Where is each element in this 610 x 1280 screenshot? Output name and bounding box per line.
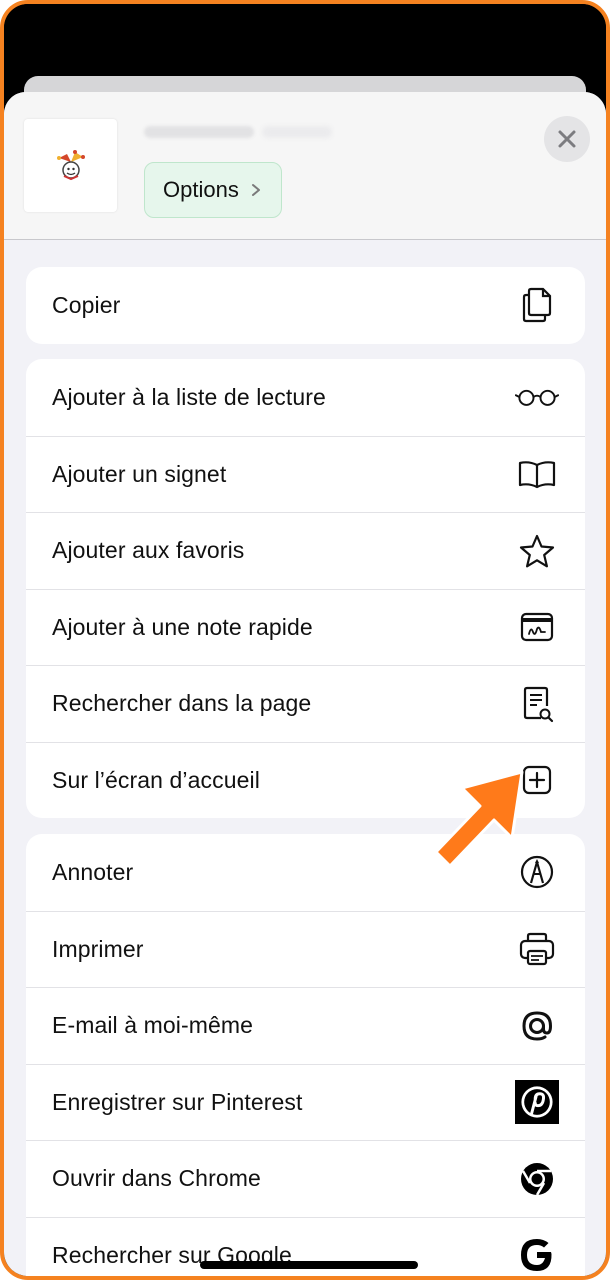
action-bookmark[interactable]: Ajouter un signet [26, 435, 585, 513]
action-label: Ajouter à la liste de lecture [52, 383, 326, 410]
action-reading-list[interactable]: Ajouter à la liste de lecture [26, 359, 585, 436]
action-search-google[interactable]: Rechercher sur Google [26, 1216, 585, 1277]
action-save-pinterest[interactable]: Enregistrer sur Pinterest [26, 1063, 585, 1141]
close-icon [558, 130, 576, 148]
action-label: Ajouter un signet [52, 460, 227, 487]
action-group-share: Annoter Imprimer E-mail à moi-même Enreg… [26, 834, 585, 1277]
options-label: Options [163, 177, 239, 202]
share-sheet-header: Options [4, 92, 606, 240]
action-group-copy: Copier [26, 267, 585, 344]
close-button[interactable] [544, 116, 590, 162]
callout-arrow-icon [434, 770, 524, 868]
action-find-in-page[interactable]: Rechercher dans la page [26, 665, 585, 742]
phone-frame: Options Copier Ajouter à la liste de lec… [0, 0, 610, 1280]
action-label: Copier [52, 291, 121, 318]
chevron-right-icon [251, 184, 260, 196]
printer-icon [519, 933, 555, 966]
home-indicator[interactable] [200, 1261, 418, 1269]
action-email-me[interactable]: E-mail à moi-même [26, 987, 585, 1064]
action-label: Ajouter à une note rapide [52, 613, 313, 640]
google-icon [521, 1239, 552, 1272]
action-label: Imprimer [52, 935, 144, 962]
action-group-page: Ajouter à la liste de lecture Ajouter un… [26, 359, 585, 818]
action-label: Ajouter aux favoris [52, 537, 245, 564]
site-title-blurred [144, 126, 254, 138]
action-copy[interactable]: Copier [26, 267, 585, 344]
action-label: Rechercher dans la page [52, 690, 312, 717]
jester-logo-icon [56, 149, 85, 180]
pinterest-icon [515, 1080, 559, 1125]
at-icon [522, 1011, 553, 1041]
share-sheet: Options Copier Ajouter à la liste de lec… [4, 92, 606, 1277]
action-label: Sur l’écran d’accueil [52, 766, 260, 793]
action-label: Enregistrer sur Pinterest [52, 1088, 303, 1115]
action-quick-note[interactable]: Ajouter à une note rapide [26, 588, 585, 666]
action-print[interactable]: Imprimer [26, 910, 585, 988]
site-url-blurred [262, 126, 332, 138]
action-favorites[interactable]: Ajouter aux favoris [26, 512, 585, 589]
find-in-page-icon [523, 686, 554, 722]
options-button[interactable]: Options [144, 162, 282, 218]
action-label: Annoter [52, 858, 134, 885]
action-open-chrome[interactable]: Ouvrir dans Chrome [26, 1140, 585, 1217]
action-label: Ouvrir dans Chrome [52, 1165, 261, 1192]
chrome-icon [521, 1162, 553, 1196]
book-icon [518, 461, 556, 489]
copy-icon [522, 288, 552, 323]
site-thumbnail [24, 119, 117, 212]
star-icon [519, 534, 555, 568]
quick-note-icon [520, 613, 554, 642]
glasses-icon [515, 390, 559, 407]
action-label: E-mail à moi-même [52, 1012, 254, 1039]
